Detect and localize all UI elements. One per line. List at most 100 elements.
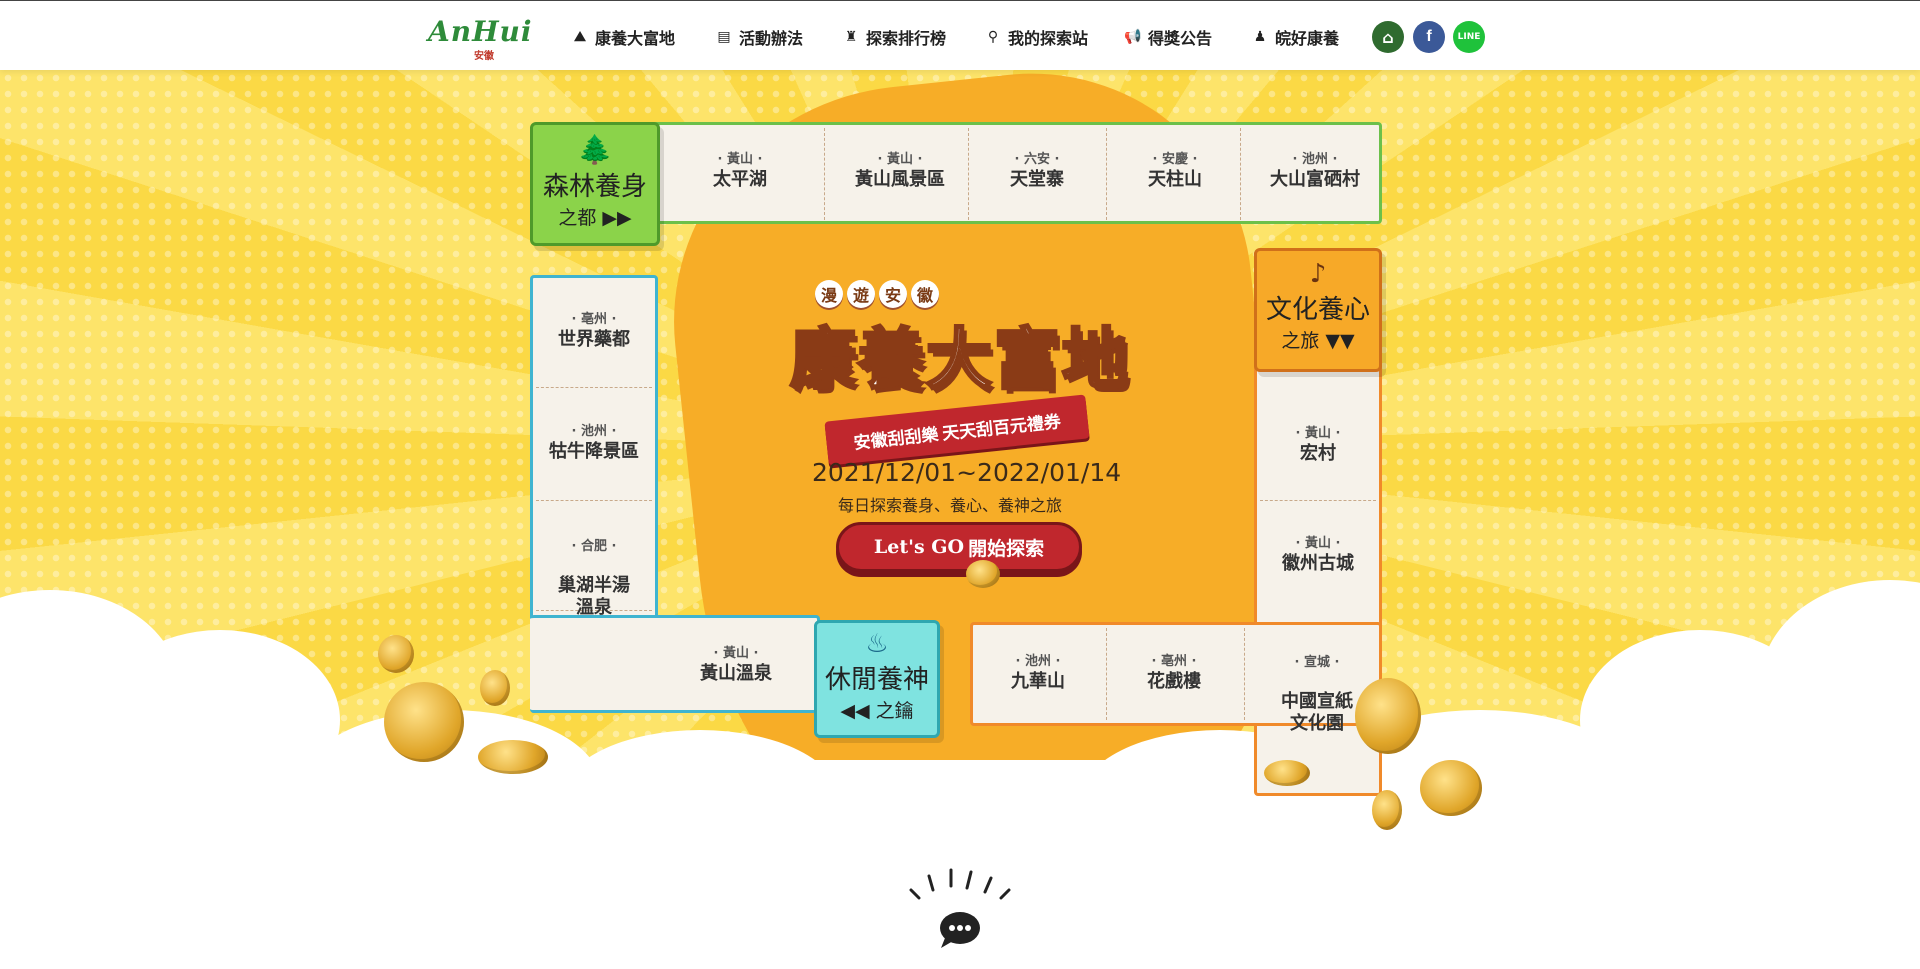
event-slogan: 每日探索養身、養心、養神之旅 bbox=[838, 496, 1063, 515]
forest-icon: 🌲 bbox=[577, 133, 613, 166]
megaphone-icon: 📢 bbox=[1124, 29, 1142, 45]
nav-item-my-station[interactable]: ⚲ 我的探索站 bbox=[984, 25, 1088, 49]
spot-tianzhushan[interactable]: · 安慶 · 天柱山 bbox=[1120, 148, 1230, 191]
top-navigation: AnHui 安徽 ⛰ 康養大富地 ▤ 活動辦法 ♜ 探索排行榜 ⚲ 我的探索站 … bbox=[0, 0, 1920, 70]
line-button[interactable]: LINE bbox=[1453, 21, 1485, 53]
spot-dashan-village[interactable]: · 池州 · 大山富硒村 bbox=[1250, 148, 1380, 191]
zone-leisure-card[interactable]: ♨ 休閒養神 ◀◀ 之鑰 bbox=[814, 620, 940, 738]
zone-subtitle: 之都 ▶▶ bbox=[558, 207, 632, 229]
spot-tiantangzhai[interactable]: · 六安 · 天堂寨 bbox=[982, 148, 1092, 191]
divider bbox=[1106, 628, 1107, 720]
spot-world-medicine[interactable]: · 亳州 · 世界藥都 bbox=[536, 308, 652, 351]
zone-title: 休閒養神 bbox=[824, 665, 929, 695]
start-explore-button[interactable]: Let's GO 開始探索 bbox=[836, 522, 1082, 572]
logo-script: AnHui bbox=[428, 15, 533, 48]
cloud bbox=[560, 730, 840, 870]
nav-label: 活動辦法 bbox=[739, 29, 804, 48]
divider bbox=[536, 387, 652, 388]
hiker-icon: ⛰ bbox=[574, 29, 586, 45]
spot-region: · 黃山 · bbox=[1295, 426, 1341, 441]
trophy-icon: ♜ bbox=[844, 29, 858, 45]
ribbon-right-text: 天天刮百元禮券 bbox=[941, 411, 1062, 444]
nav-label: 得獎公告 bbox=[1148, 29, 1213, 48]
spot-region: · 六安 · bbox=[1014, 152, 1060, 167]
gold-coin bbox=[378, 635, 414, 673]
spot-jiuhuashan[interactable]: · 池州 · 九華山 bbox=[988, 650, 1088, 693]
gold-coin bbox=[1264, 760, 1310, 786]
chat-bubble-icon[interactable] bbox=[933, 904, 987, 950]
spot-huaxilou[interactable]: · 亳州 · 花戲樓 bbox=[1124, 650, 1224, 693]
hero-title: 康養大富地 bbox=[789, 320, 1130, 400]
spot-region: · 安慶 · bbox=[1152, 152, 1198, 167]
zone-title: 文化養心 bbox=[1265, 295, 1370, 325]
gold-coin bbox=[1420, 760, 1482, 816]
nav-label: 康養大富地 bbox=[595, 29, 676, 48]
spot-huangshan-scenic[interactable]: · 黃山 · 黃山風景區 bbox=[830, 148, 970, 191]
document-icon: ▤ bbox=[717, 29, 731, 45]
spot-chaohu-spring[interactable]: · 合肥 · 巢湖半湯 溫泉 bbox=[536, 516, 652, 637]
divider bbox=[824, 128, 825, 220]
tour-badge: 漫 遊 安 徽 bbox=[815, 280, 939, 308]
home-button[interactable]: ⌂ bbox=[1372, 21, 1404, 53]
spot-name: 宏村 bbox=[1300, 443, 1336, 464]
badge-char: 安 bbox=[879, 280, 907, 308]
badge-char: 徽 bbox=[911, 280, 939, 308]
gold-coin bbox=[1355, 678, 1421, 754]
gold-coin bbox=[1372, 790, 1402, 830]
spot-name: 大山富硒村 bbox=[1270, 169, 1360, 190]
nav-label: 皖好康養 bbox=[1275, 29, 1340, 48]
spot-name: 太平湖 bbox=[713, 169, 767, 190]
spot-region: · 池州 · bbox=[1015, 654, 1061, 669]
dancer-icon: ♪ bbox=[1309, 259, 1327, 289]
anhui-logo[interactable]: AnHui 安徽 bbox=[428, 13, 540, 62]
badge-char: 遊 bbox=[847, 280, 875, 308]
spot-name: 牯牛降景區 bbox=[549, 441, 639, 462]
spot-huizhou-ancient-city[interactable]: · 黃山 · 徽州古城 bbox=[1262, 532, 1374, 575]
divider bbox=[536, 500, 652, 501]
nav-item-wanhao[interactable]: ♟ 皖好康養 bbox=[1251, 25, 1339, 49]
gold-coin bbox=[966, 560, 1000, 588]
zone-subtitle: 之旅 ▼▼ bbox=[1281, 330, 1355, 352]
spot-region: · 合肥 · bbox=[571, 539, 617, 554]
spot-taiping-lake[interactable]: · 黃山 · 太平湖 bbox=[690, 148, 790, 191]
home-icon: ⌂ bbox=[1382, 27, 1394, 47]
hero-section: · 黃山 · 太平湖 · 黃山 · 黃山風景區 · 六安 · 天堂寨 · 安慶 … bbox=[0, 70, 1920, 969]
spot-name: 九華山 bbox=[1011, 671, 1065, 692]
spot-name: 天堂寨 bbox=[1010, 169, 1064, 190]
nav-label: 我的探索站 bbox=[1008, 29, 1089, 48]
spot-huangshan-spring[interactable]: · 黃山 · 黃山溫泉 bbox=[676, 642, 796, 685]
nav-label: 探索排行榜 bbox=[866, 29, 947, 48]
event-dates: 2021/12/01~2022/01/14 bbox=[812, 458, 1122, 487]
spot-region: · 池州 · bbox=[1292, 152, 1338, 167]
divider bbox=[1260, 500, 1376, 501]
nav-item-rules[interactable]: ▤ 活動辦法 bbox=[715, 25, 803, 49]
spot-name: 天柱山 bbox=[1148, 169, 1202, 190]
spot-region: · 黃山 · bbox=[877, 152, 923, 167]
nav-item-kangyang[interactable]: ⛰ 康養大富地 bbox=[571, 25, 675, 49]
zone-forest-card[interactable]: 🌲 森林養身 之都 ▶▶ bbox=[530, 122, 660, 246]
go-en-label: Let's GO bbox=[873, 536, 965, 558]
zone-culture-card[interactable]: ♪ 文化養心 之旅 ▼▼ bbox=[1254, 248, 1382, 372]
divider bbox=[1244, 628, 1245, 720]
nav-item-winners[interactable]: 📢 得獎公告 bbox=[1124, 25, 1212, 49]
nav-item-ranking[interactable]: ♜ 探索排行榜 bbox=[842, 25, 946, 49]
spot-guniujiang[interactable]: · 池州 · 牯牛降景區 bbox=[536, 420, 652, 463]
spot-region: · 亳州 · bbox=[571, 312, 617, 327]
spot-region: · 黃山 · bbox=[717, 152, 763, 167]
gold-coin bbox=[480, 670, 510, 706]
spot-name: 世界藥都 bbox=[558, 329, 630, 350]
facebook-icon: f bbox=[1426, 28, 1432, 45]
divider bbox=[1106, 128, 1107, 220]
spot-region: · 宣城 · bbox=[1294, 655, 1340, 670]
spot-name: 黃山風景區 bbox=[855, 169, 945, 190]
map-pin-icon: ⚲ bbox=[987, 29, 999, 45]
spot-region: · 黃山 · bbox=[713, 646, 759, 661]
badge-char: 漫 bbox=[815, 280, 843, 308]
spot-name: 徽州古城 bbox=[1282, 553, 1354, 574]
sparkle-lines-icon bbox=[909, 868, 1011, 900]
logo-sub: 安徽 bbox=[474, 51, 494, 62]
facebook-button[interactable]: f bbox=[1413, 21, 1445, 53]
spot-hongcun[interactable]: · 黃山 · 宏村 bbox=[1262, 422, 1374, 465]
spot-region: · 黃山 · bbox=[1295, 536, 1341, 551]
spot-name: 黃山溫泉 bbox=[700, 663, 772, 684]
